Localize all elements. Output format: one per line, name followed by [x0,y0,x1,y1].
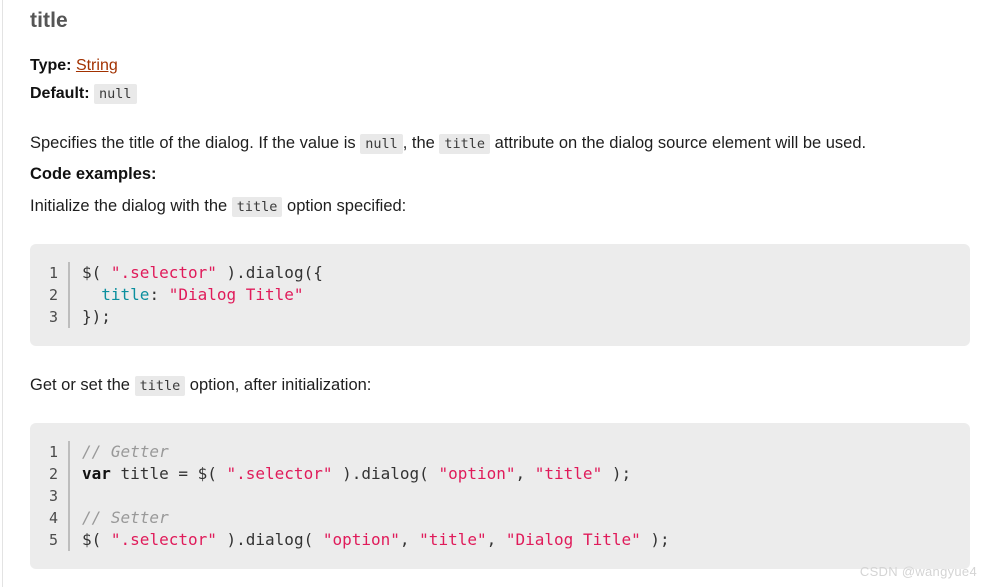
default-row: Default: null [30,80,970,108]
code-line-text: var title = $( ".selector" ).dialog( "op… [82,463,631,485]
documentation-content: title Type: String Default: null Specifi… [30,0,970,569]
code-block-getter-setter: 1 // Getter 2 var title = $( ".selector" ).… [30,423,970,569]
watermark: CSDN @wangyue4 [859,564,977,579]
code-examples-heading: Code examples: [30,165,157,183]
code-gutter-rule [68,507,70,529]
code-gutter-rule [68,463,70,485]
code-token-pun: ); [602,464,632,483]
code-gutter-rule [68,306,70,328]
code-token-var: var [82,464,111,483]
code-token-key: title [101,285,150,304]
code-gutter-rule [68,529,70,551]
default-value-code: null [94,84,137,104]
code-token-pun: ); [640,530,670,549]
init-caption-text-1: Initialize the dialog with the [30,197,232,215]
code-line-text: // Setter [82,507,169,529]
code-line-number: 3 [48,308,58,326]
init-caption-text-2: option specified: [282,197,407,215]
code-line-text: title: "Dialog Title" [82,284,304,306]
code-line: 3}); [30,306,970,328]
code-line-text: $( ".selector" ).dialog( "option", "titl… [82,529,670,551]
code-token-pun: $( [82,530,111,549]
code-token-str: "title" [534,464,603,483]
code-token-com: // Setter [82,508,169,527]
option-metadata: Type: String Default: null [30,52,970,108]
code-line-number: 1 [48,264,58,282]
code-line: 5 $( ".selector" ).dialog( "option", "tit… [30,529,970,551]
code-token-pun: $( [82,263,111,282]
code-line-text: $( ".selector" ).dialog({ [82,262,323,284]
code-token-pun: , [486,530,506,549]
getset-caption: Get or set the title option, after initi… [30,370,970,401]
code-token-pun: }); [82,307,111,326]
description-text-3: attribute on the dialog source element w… [490,134,867,152]
code-token-str: "Dialog Title" [168,285,304,304]
code-line: 3 [30,485,970,507]
getset-caption-text-2: option, after initialization: [185,376,372,394]
description-text-1: Specifies the title of the dialog. If th… [30,134,361,152]
code-token-str: "Dialog Title" [505,530,641,549]
code-line-text: // Getter [82,441,169,463]
code-token-com: // Getter [82,442,169,461]
code-token-str: ".selector" [226,464,333,483]
code-line-number: 1 [48,443,58,461]
description-text-2: , the [402,134,440,152]
code-gutter-rule [68,485,70,507]
description-code-title: title [439,134,491,154]
code-line: 4 // Setter [30,507,970,529]
code-token-pun: , [399,530,420,549]
code-token-str: ".selector" [110,263,217,282]
description-paragraph: Specifies the title of the dialog. If th… [30,128,940,159]
code-token-pun: ).dialog({ [216,263,323,282]
code-token-str: "option" [438,464,516,483]
type-value-link[interactable]: String [76,57,118,74]
code-token-pun: , [515,464,535,483]
init-caption: Initialize the dialog with the title opt… [30,191,970,222]
code-line: 1 // Getter [30,441,970,463]
code-line: 1 $( ".selector" ).dialog({ [30,262,970,284]
type-label: Type: [30,57,72,74]
code-line: 2 title: "Dialog Title" [30,284,970,306]
code-line-number: 4 [48,509,58,527]
code-token-pun: ).dialog( [216,530,323,549]
code-token-str: "option" [322,530,400,549]
code-line-number: 2 [48,286,58,304]
code-gutter-rule [68,441,70,463]
init-caption-code: title [231,197,283,217]
code-token-pun [82,285,101,304]
code-line-number: 2 [48,465,58,483]
code-token-pun: ).dialog( [332,464,439,483]
code-line-number: 5 [48,531,58,549]
type-row: Type: String [30,52,970,80]
code-line-text: }); [82,306,111,328]
page-left-border [2,0,3,587]
code-gutter-rule [68,262,70,284]
page-title: title [30,9,68,32]
code-token-str: ".selector" [110,530,217,549]
code-gutter-rule [68,284,70,306]
code-block-initialize: 1 $( ".selector" ).dialog({2 title: "Dial… [30,244,970,346]
getset-caption-text-1: Get or set the [30,376,135,394]
code-token-pun: : [149,285,169,304]
default-label: Default: [30,85,90,102]
getset-caption-code: title [134,376,186,396]
description-code-null: null [360,134,403,154]
code-token-str: "title" [419,530,487,549]
code-line: 2 var title = $( ".selector" ).dialog( "o… [30,463,970,485]
code-token-pun: title = $( [110,464,227,483]
code-line-number: 3 [48,487,58,505]
